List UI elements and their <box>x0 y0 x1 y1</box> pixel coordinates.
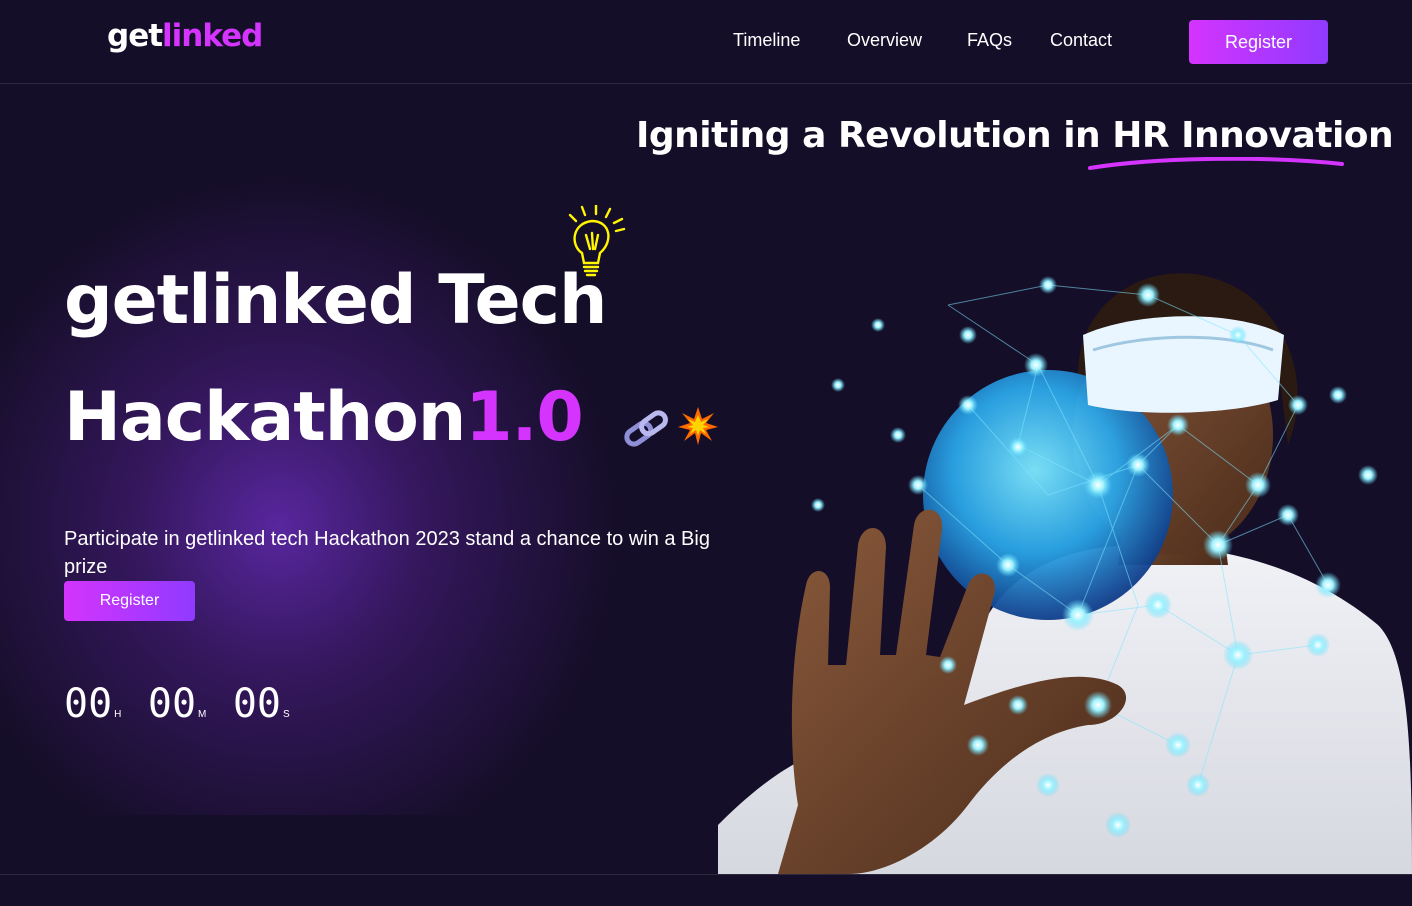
nav-link-contact[interactable]: Contact <box>1050 30 1112 51</box>
nav-link-timeline[interactable]: Timeline <box>733 30 800 51</box>
chain-link-icon <box>624 410 668 447</box>
landing-page: getlinked Timeline Overview FAQs Contact… <box>0 0 1412 906</box>
nav-register-button[interactable]: Register <box>1189 20 1328 64</box>
spark-icon <box>678 407 718 445</box>
hero-title-line1: getlinked Tech <box>64 261 607 340</box>
top-nav: getlinked Timeline Overview FAQs Contact… <box>0 0 1412 84</box>
vr-headset <box>1083 316 1284 413</box>
countdown-seconds: 00 <box>232 681 281 727</box>
hero-description: Participate in getlinked tech Hackathon … <box>64 528 710 578</box>
countdown-minutes-unit: M <box>198 709 207 720</box>
logo-text-primary: get <box>107 18 163 54</box>
countdown-timer: 00 H 00 M 00 S <box>64 681 312 727</box>
countdown-minutes: 00 <box>147 681 197 727</box>
hero-title-version: 1.0 <box>465 378 583 457</box>
section-divider <box>0 874 1412 875</box>
title-icons <box>624 407 718 447</box>
hero-section: Igniting a Revolution in HR Innovation g… <box>0 85 1412 874</box>
hero-title-line2: Hackathon1.0 <box>64 378 584 457</box>
hero-image <box>718 273 1412 874</box>
hero-register-button[interactable]: Register <box>64 581 195 621</box>
tagline-underline <box>1088 157 1344 170</box>
countdown-hours-unit: H <box>114 709 122 720</box>
nav-link-faqs[interactable]: FAQs <box>967 30 1012 51</box>
countdown-hours: 00 <box>64 681 113 727</box>
logo-text-accent: linked <box>162 18 263 54</box>
tagline-text: Igniting a Revolution in <box>636 115 1113 156</box>
tagline-highlight: HR Innovation <box>1112 115 1394 156</box>
logo[interactable]: getlinked <box>107 18 263 54</box>
countdown-seconds-unit: S <box>283 709 290 720</box>
hero-title-word: Hackathon <box>64 378 466 457</box>
hero-tagline: Igniting a Revolution in HR Innovation <box>636 115 1394 156</box>
nav-link-overview[interactable]: Overview <box>847 30 922 51</box>
